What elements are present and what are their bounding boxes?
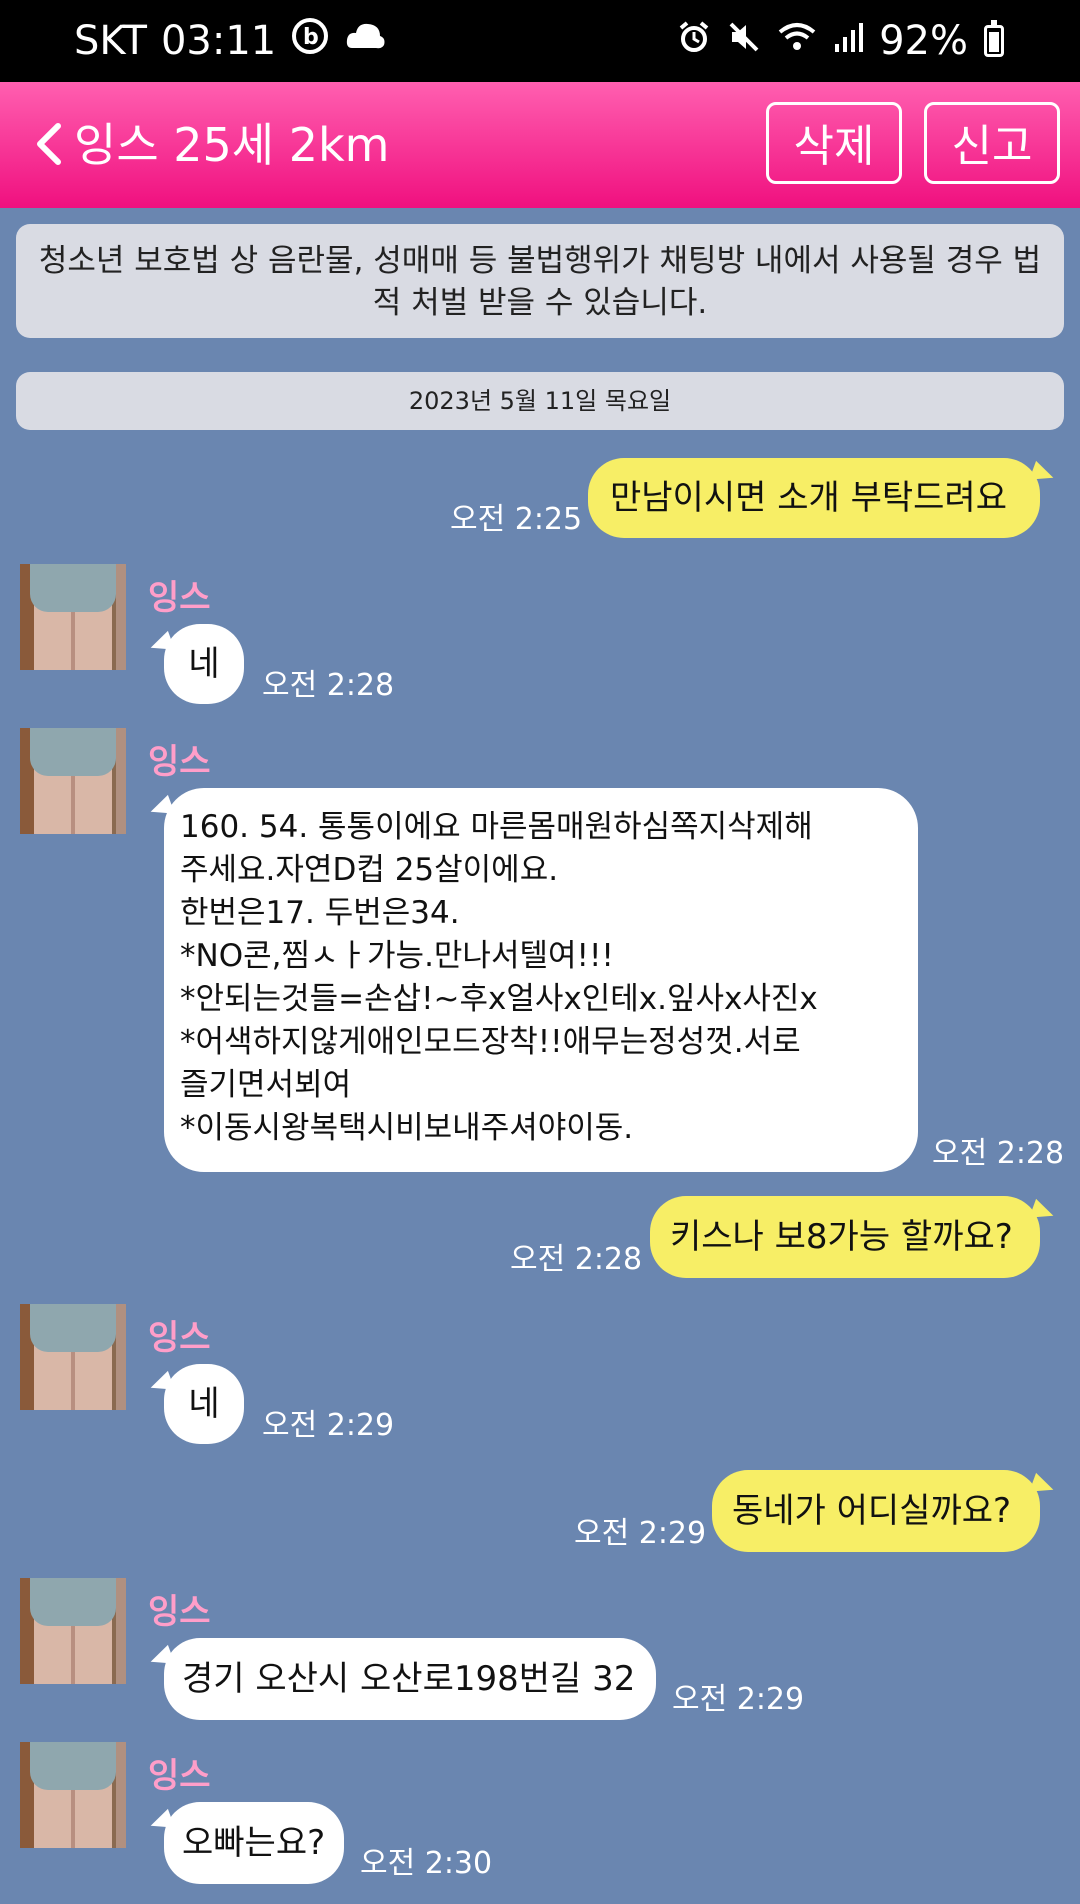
mute-icon bbox=[727, 18, 761, 64]
sender-name: 잉스 bbox=[148, 1592, 211, 1632]
back-arrow-icon[interactable] bbox=[30, 118, 70, 170]
status-bar: SKT 03:11 b 92% bbox=[0, 0, 1080, 82]
my-message-bubble[interactable]: 동네가 어디실까요? bbox=[712, 1470, 1040, 1552]
battery-icon bbox=[984, 20, 1004, 57]
chat-title: 잉스 25세 2km bbox=[74, 118, 390, 172]
message-time: 오전 2:28 bbox=[932, 1136, 1065, 1171]
my-message-bubble[interactable]: 만남이시면 소개 부탁드려요 bbox=[588, 458, 1040, 538]
their-message-bubble[interactable]: 경기 오산시 오산로198번길 32 bbox=[164, 1638, 656, 1720]
report-button[interactable]: 신고 bbox=[924, 102, 1060, 184]
svg-text:b: b bbox=[303, 25, 319, 50]
my-message-bubble[interactable]: 키스나 보8가능 할까요? bbox=[650, 1196, 1040, 1278]
avatar[interactable] bbox=[20, 564, 126, 670]
their-message-bubble[interactable]: 네 bbox=[164, 624, 244, 704]
delete-button[interactable]: 삭제 bbox=[766, 102, 902, 184]
battery-percent: 92% bbox=[879, 18, 968, 64]
cloud-icon bbox=[344, 18, 386, 64]
avatar[interactable] bbox=[20, 728, 126, 834]
clock: 03:11 bbox=[160, 18, 277, 64]
avatar[interactable] bbox=[20, 1304, 126, 1410]
notification-b-icon: b bbox=[290, 16, 330, 66]
message-time: 오전 2:29 bbox=[672, 1682, 805, 1717]
sender-name: 잉스 bbox=[148, 1756, 211, 1796]
signal-icon bbox=[833, 18, 864, 64]
sender-name: 잉스 bbox=[148, 742, 211, 782]
avatar[interactable] bbox=[20, 1742, 126, 1848]
avatar[interactable] bbox=[20, 1578, 126, 1684]
message-time: 오전 2:28 bbox=[510, 1242, 643, 1277]
carrier-label: SKT bbox=[74, 18, 147, 64]
sender-name: 잉스 bbox=[148, 578, 211, 618]
legal-notice: 청소년 보호법 상 음란물, 성매매 등 불법행위가 채팅방 내에서 사용될 경… bbox=[16, 224, 1064, 338]
chat-header: 잉스 25세 2km 삭제 신고 bbox=[0, 82, 1080, 208]
message-time: 오전 2:25 bbox=[450, 502, 583, 537]
their-message-bubble[interactable]: 오빠는요? bbox=[164, 1802, 344, 1884]
alarm-icon bbox=[677, 18, 711, 64]
message-time: 오전 2:29 bbox=[262, 1408, 395, 1443]
date-divider: 2023년 5월 11일 목요일 bbox=[16, 372, 1064, 430]
their-message-bubble[interactable]: 네 bbox=[164, 1364, 244, 1444]
message-time: 오전 2:30 bbox=[360, 1846, 493, 1881]
wifi-icon bbox=[777, 18, 817, 64]
message-time: 오전 2:28 bbox=[262, 668, 395, 703]
sender-name: 잉스 bbox=[148, 1318, 211, 1358]
their-message-bubble[interactable]: 160. 54. 통통이에요 마른몸매원하심쪽지삭제해 주세요.자연D컵 25살… bbox=[164, 788, 918, 1172]
message-time: 오전 2:29 bbox=[574, 1516, 707, 1551]
